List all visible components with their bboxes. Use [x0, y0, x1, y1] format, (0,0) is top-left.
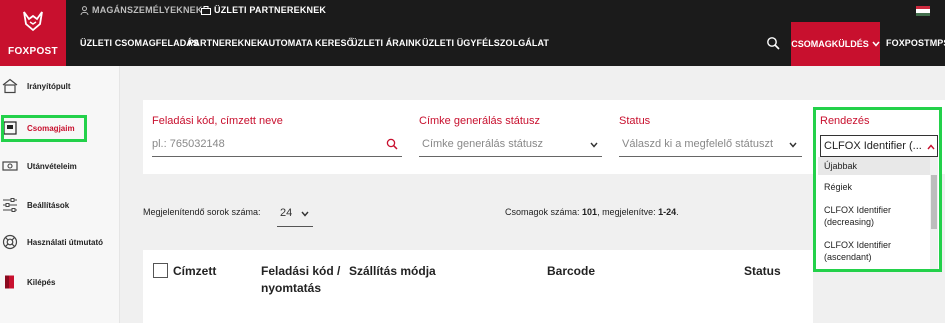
sidebar-item-label: Beállítások: [27, 200, 70, 210]
topbar-link-label: ÜZLETI PARTNEREKNEK: [214, 5, 327, 15]
status-label: Status: [619, 115, 651, 127]
column-header-recipient[interactable]: Címzett: [173, 263, 216, 280]
chevron-down-icon: [301, 211, 309, 217]
sidebar-item-logout[interactable]: Kilépés: [0, 270, 120, 294]
sidebar-item-settings[interactable]: Beállítások: [0, 193, 120, 217]
sliders-icon: [3, 198, 17, 212]
select-all-checkbox[interactable]: [153, 263, 168, 278]
topbar: MAGÁNSZEMÉLYEKNEK ÜZLETI PARTNEREKNEK: [66, 0, 945, 22]
sidebar-item-label: Kilépés: [27, 277, 56, 287]
column-header-status[interactable]: Status: [744, 263, 781, 280]
sort-option-oldest[interactable]: Régiek: [818, 181, 930, 193]
brand-name: FOXPOST: [8, 46, 58, 57]
status-select[interactable]: Válaszd ki a megfelelő státuszt: [622, 138, 773, 150]
sidebar-item-user-guide[interactable]: Használati útmutató: [0, 230, 120, 254]
briefcase-icon: [201, 5, 211, 15]
person-icon: [80, 5, 89, 15]
chevron-up-icon: [927, 144, 935, 150]
count-prefix: Csomagok száma:: [505, 207, 583, 217]
sort-option-clfox-asc[interactable]: CLFOX Identifier (ascendant): [818, 239, 922, 263]
scrollbar-thumb[interactable]: [931, 175, 937, 229]
sort-option-clfox-desc[interactable]: CLFOX Identifier (decreasing): [818, 204, 922, 228]
sort-option-newest[interactable]: Újabbak: [818, 157, 930, 175]
status-underline: [619, 156, 802, 157]
sidebar-item-label: Utánvételeim: [27, 161, 77, 171]
count-range: 1-24: [658, 207, 677, 217]
sort-label: Rendezés: [820, 115, 870, 127]
rows-per-page-select[interactable]: 24: [277, 201, 313, 227]
topbar-link-business[interactable]: ÜZLETI PARTNEREKNEK: [201, 5, 326, 15]
search-icon[interactable]: [386, 138, 398, 150]
search-icon[interactable]: [766, 36, 780, 50]
sidebar-item-cod[interactable]: Utánvételeim: [0, 154, 120, 178]
sidebar-item-dashboard[interactable]: Irányítópult: [0, 74, 120, 98]
sort-selected-value: CLFOX Identifier (...: [824, 140, 922, 152]
sidebar-item-label: Irányítópult: [27, 81, 71, 91]
label-status-select[interactable]: Címke generálás státusz: [422, 138, 543, 150]
nav-item-customer-service[interactable]: ÜZLETI ÜGYFÉLSZOLGÁLAT: [422, 38, 549, 48]
topbar-link-label: MAGÁNSZEMÉLYEKNEK: [92, 5, 203, 15]
nav-item-business-shipping[interactable]: ÜZLETI CSOMAGFELADÁS: [80, 38, 199, 48]
nav-item-partners[interactable]: PARTNEREKNEK: [188, 38, 264, 48]
main-nav: ÜZLETI CSOMAGFELADÁS PARTNEREKNEK AUTOMA…: [66, 22, 945, 66]
package-count: Csomagok száma: 101, megjelenítve: 1-24.: [505, 207, 679, 217]
sort-dropdown: Rendezés CLFOX Identifier (... Újabbak R…: [813, 107, 942, 272]
count-mid: , megjelenítve:: [597, 207, 659, 217]
rows-label: Megjelenítendő sorok száma:: [143, 207, 261, 217]
chevron-down-icon: [789, 142, 797, 148]
hungary-flag-icon[interactable]: [916, 6, 930, 16]
logout-icon: [5, 275, 14, 289]
fox-icon: [23, 11, 43, 32]
lifebuoy-icon: [2, 234, 18, 250]
label-status-label: Címke generálás státusz: [419, 115, 541, 127]
send-package-button[interactable]: CSOMAGKÜLDÉS: [791, 22, 880, 66]
topbar-link-private[interactable]: MAGÁNSZEMÉLYEKNEK: [80, 5, 203, 15]
column-header-shipping-method[interactable]: Szállítás módja: [349, 263, 436, 280]
label-status-underline: [419, 156, 602, 157]
column-header-tracking-code[interactable]: Feladási kód / nyomtatás: [261, 263, 341, 297]
nav-item-prices[interactable]: ÜZLETI ÁRAINK: [351, 38, 421, 48]
nav-item-foxpostmps[interactable]: FOXPOSTMPS: [886, 38, 945, 48]
highlight-box: [1, 115, 87, 142]
send-package-label: CSOMAGKÜLDÉS: [791, 39, 869, 49]
packages-table: Címzett Feladási kód / nyomtatás Szállít…: [143, 250, 813, 323]
sidebar: Irányítópult Csomagjaim Utánvételeim Beá…: [0, 66, 120, 323]
home-icon: [2, 78, 18, 94]
count-total: 101: [582, 207, 598, 217]
app: FOXPOST MAGÁNSZEMÉLYEKNEK ÜZLETI PARTNER…: [0, 0, 945, 323]
rows-value: 24: [280, 207, 293, 219]
search-input[interactable]: pl.: 765032148: [152, 138, 225, 150]
column-header-barcode[interactable]: Barcode: [547, 263, 595, 280]
logo[interactable]: FOXPOST: [0, 0, 66, 66]
cash-icon: [2, 161, 18, 171]
count-suffix: .: [676, 207, 679, 217]
chevron-down-icon: [872, 41, 880, 47]
sidebar-item-label: Használati útmutató: [27, 237, 104, 247]
nav-item-locker-finder[interactable]: AUTOMATA KERESŐ: [262, 38, 354, 48]
chevron-down-icon: [590, 142, 598, 148]
search-label: Feladási kód, címzett neve: [152, 115, 283, 127]
sort-options-list: Újabbak Régiek CLFOX Identifier (decreas…: [818, 157, 940, 269]
search-underline: [152, 156, 402, 157]
sort-select[interactable]: CLFOX Identifier (...: [820, 135, 938, 157]
header: FOXPOST MAGÁNSZEMÉLYEKNEK ÜZLETI PARTNER…: [0, 0, 945, 66]
